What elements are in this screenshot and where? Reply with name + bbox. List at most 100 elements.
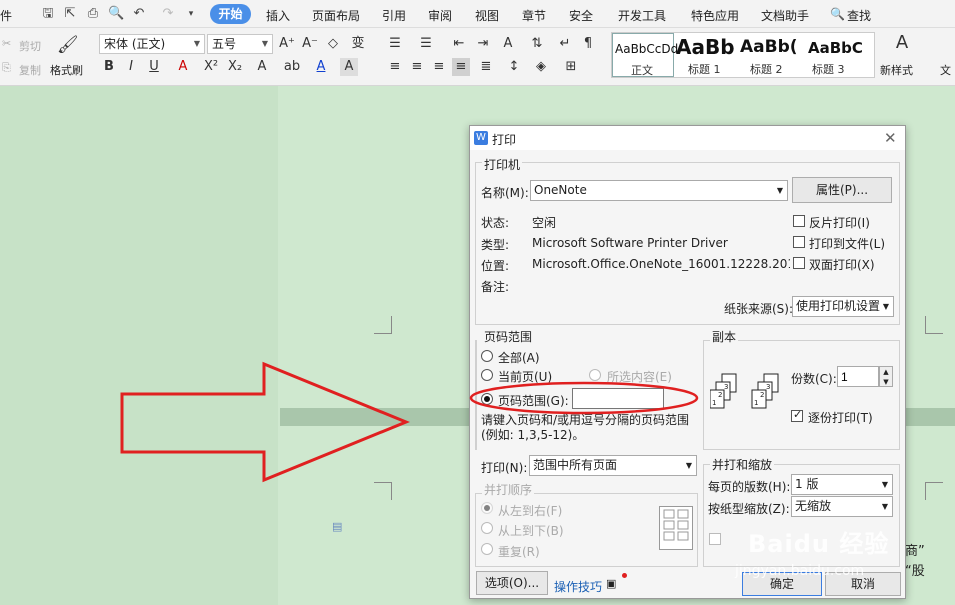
shading-icon[interactable]: ◈: [532, 58, 550, 76]
clear-format-icon[interactable]: ◇: [324, 35, 342, 53]
style-heading-3[interactable]: AaBbC 标题 3: [808, 33, 870, 77]
tab-features[interactable]: 特色应用: [691, 7, 739, 24]
reverse-print-label[interactable]: 反片打印(I): [809, 214, 870, 231]
tab-review[interactable]: 审阅: [428, 7, 452, 24]
new-style-label[interactable]: 新样式: [880, 62, 913, 78]
duplex-checkbox[interactable]: [793, 257, 805, 269]
tab-doc-assistant[interactable]: 文档助手: [761, 7, 809, 24]
print-select[interactable]: 范围中所有页面 ▼: [529, 455, 697, 476]
range-all-radio[interactable]: [481, 350, 493, 362]
borders-icon[interactable]: ⊞: [562, 58, 580, 76]
properties-button[interactable]: 属性(P)...: [792, 177, 892, 203]
shrink-font-icon[interactable]: A⁻: [301, 35, 319, 53]
chevron-down-icon: ▼: [193, 39, 200, 48]
file-menu[interactable]: 件: [0, 7, 12, 24]
superscript-icon[interactable]: X²: [202, 58, 220, 76]
copy-label[interactable]: 复制: [19, 62, 41, 78]
scale-select[interactable]: 无缩放 ▼: [791, 496, 893, 517]
order-top-bottom-radio[interactable]: [481, 522, 493, 534]
print-preview-icon[interactable]: 🔍: [108, 6, 124, 22]
numbering-icon[interactable]: ☰: [417, 35, 435, 53]
collate-checkbox[interactable]: ✓: [791, 408, 803, 422]
redo-icon[interactable]: ↷: [160, 6, 176, 22]
format-painter-icon[interactable]: 🖌: [57, 36, 79, 54]
tips-link[interactable]: 操作技巧: [554, 578, 602, 595]
char-shading-icon[interactable]: A: [340, 58, 358, 76]
align-center-icon[interactable]: ≡: [408, 58, 426, 76]
order-left-right-label[interactable]: 从左到右(F): [498, 502, 562, 519]
order-repeat-radio[interactable]: [481, 543, 493, 555]
options-button[interactable]: 选项(O)...: [476, 571, 548, 595]
grow-font-icon[interactable]: A⁺: [278, 35, 296, 53]
order-left-right-radio[interactable]: [481, 502, 493, 514]
svg-text:1: 1: [754, 399, 758, 407]
export-icon[interactable]: ⇱: [62, 6, 78, 22]
duplex-label[interactable]: 双面打印(X): [809, 256, 875, 273]
collate-label[interactable]: 逐份打印(T): [808, 409, 873, 426]
print-icon[interactable]: ⎙: [85, 6, 101, 22]
search-label[interactable]: 查找: [847, 7, 871, 24]
paper-source-select[interactable]: 使用打印机设置 ▼: [792, 296, 894, 317]
tab-developer[interactable]: 开发工具: [618, 7, 666, 24]
close-icon[interactable]: ✕: [884, 129, 897, 147]
align-left-icon[interactable]: ≡: [386, 58, 404, 76]
strikethrough-icon[interactable]: A: [174, 58, 192, 76]
underline-icon[interactable]: U: [145, 58, 163, 76]
print-to-file-label[interactable]: 打印到文件(L): [809, 235, 885, 252]
per-page-select[interactable]: 1 版 ▼: [791, 474, 893, 495]
order-repeat-label[interactable]: 重复(R): [498, 543, 540, 560]
save-icon[interactable]: 🖫: [40, 6, 56, 22]
merge-checkbox[interactable]: [709, 533, 721, 545]
search-icon[interactable]: 🔍: [830, 7, 845, 21]
customize-icon[interactable]: ▾: [183, 6, 199, 22]
tab-references[interactable]: 引用: [382, 7, 406, 24]
tab-insert[interactable]: 插入: [266, 7, 290, 24]
phonetic-icon[interactable]: 变: [349, 35, 367, 53]
chinese-layout-icon[interactable]: A: [499, 35, 517, 53]
font-color-icon[interactable]: A: [312, 58, 330, 76]
bullets-icon[interactable]: ☰: [386, 35, 404, 53]
baidu-watermark: Baidu 经验: [748, 530, 890, 558]
bold-icon[interactable]: B: [100, 58, 118, 76]
copies-input[interactable]: [837, 366, 879, 387]
cut-icon[interactable]: ✂: [2, 37, 11, 50]
reverse-print-checkbox[interactable]: [793, 215, 805, 227]
align-right-icon[interactable]: ≡: [430, 58, 448, 76]
tab-layout[interactable]: 页面布局: [312, 7, 360, 24]
order-top-bottom-label[interactable]: 从上到下(B): [498, 522, 564, 539]
copies-spinner[interactable]: ▲ ▼: [879, 366, 893, 387]
sort-icon[interactable]: ⇅: [528, 35, 546, 53]
tab-view[interactable]: 视图: [475, 7, 499, 24]
style-heading-1[interactable]: AaBb 标题 1: [676, 33, 738, 77]
justify-icon[interactable]: ≡: [452, 58, 470, 76]
subscript-icon[interactable]: X₂: [226, 58, 244, 76]
show-marks-icon[interactable]: ↵: [556, 35, 574, 53]
outdent-icon[interactable]: ⇤: [450, 35, 468, 53]
range-all-label[interactable]: 全部(A): [498, 349, 540, 366]
font-size-select[interactable]: 五号 ▼: [207, 34, 273, 54]
cut-label[interactable]: 剪切: [19, 38, 41, 54]
text-effect-icon[interactable]: A: [253, 58, 271, 76]
highlight-icon[interactable]: ab: [283, 58, 301, 76]
style-normal[interactable]: AaBbCcDd 正文: [612, 33, 678, 77]
per-page-label: 每页的版数(H):: [708, 480, 791, 494]
style-heading-2[interactable]: AaBb( 标题 2: [740, 33, 806, 77]
italic-icon[interactable]: I: [122, 58, 140, 76]
print-to-file-checkbox[interactable]: [793, 236, 805, 248]
font-name-select[interactable]: 宋体 (正文) ▼: [99, 34, 205, 54]
style-heading-1-sample: AaBb: [676, 35, 735, 59]
line-spacing-icon[interactable]: ↕: [505, 58, 523, 76]
copy-icon[interactable]: ⎘: [2, 61, 11, 75]
doc-tools-label[interactable]: 文: [940, 62, 951, 78]
indent-icon[interactable]: ⇥: [474, 35, 492, 53]
format-painter-label[interactable]: 格式刷: [50, 62, 83, 78]
tab-chapter[interactable]: 章节: [522, 7, 546, 24]
distribute-icon[interactable]: ≣: [477, 58, 495, 76]
tab-security[interactable]: 安全: [569, 7, 593, 24]
paragraph-mark-icon[interactable]: ¶: [579, 35, 597, 53]
printer-name-select[interactable]: OneNote ▼: [530, 180, 788, 201]
tab-start[interactable]: 开始: [210, 4, 251, 24]
video-icon[interactable]: ▣: [606, 577, 616, 590]
undo-icon[interactable]: ↶: [131, 6, 147, 22]
new-style-icon[interactable]: A: [890, 34, 914, 52]
